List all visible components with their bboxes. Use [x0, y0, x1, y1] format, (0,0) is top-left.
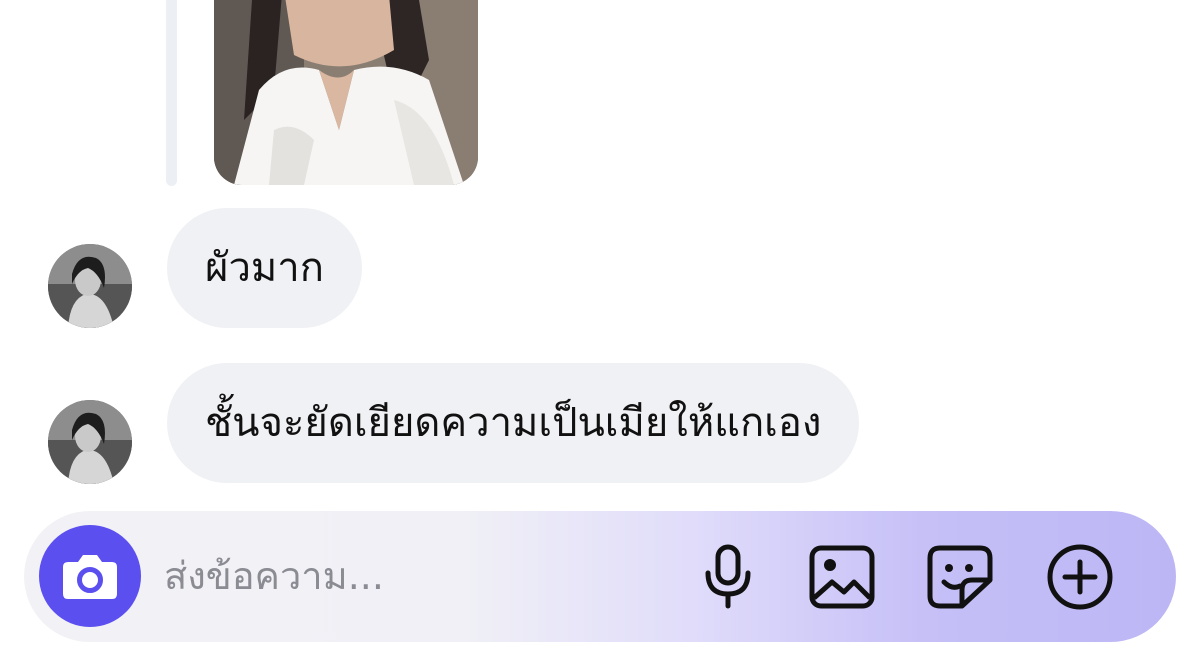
message-bubble[interactable]: ผัวมาก: [167, 208, 362, 328]
message-text: ชั้นจะยัดเยียดความเป็นเมียให้แกเอง: [205, 400, 822, 446]
avatar[interactable]: [48, 400, 132, 484]
message-composer: [24, 511, 1176, 642]
plus-circle-icon: [1047, 544, 1113, 610]
message-text: ผัวมาก: [205, 245, 324, 291]
microphone-icon: [705, 544, 751, 609]
avatar[interactable]: [48, 244, 132, 328]
sticker-button[interactable]: [922, 539, 998, 615]
image-icon: [809, 545, 875, 609]
photo-image: [214, 0, 478, 185]
chat-view: ผัวมาก ชั้นจะยัดเยียดความเป็นเมียให้แกเอ…: [0, 0, 1200, 662]
avatar-image: [48, 244, 132, 328]
message-input[interactable]: [164, 539, 644, 613]
microphone-button[interactable]: [690, 539, 766, 615]
more-options-button[interactable]: [1042, 539, 1118, 615]
gallery-button[interactable]: [804, 539, 880, 615]
avatar-image: [48, 400, 132, 484]
reply-thread-line: [166, 0, 177, 186]
sticker-icon: [927, 545, 993, 609]
shared-photo[interactable]: [214, 0, 478, 185]
camera-button[interactable]: [39, 525, 141, 627]
message-bubble[interactable]: ชั้นจะยัดเยียดความเป็นเมียให้แกเอง: [167, 363, 860, 483]
camera-icon: [63, 555, 117, 599]
